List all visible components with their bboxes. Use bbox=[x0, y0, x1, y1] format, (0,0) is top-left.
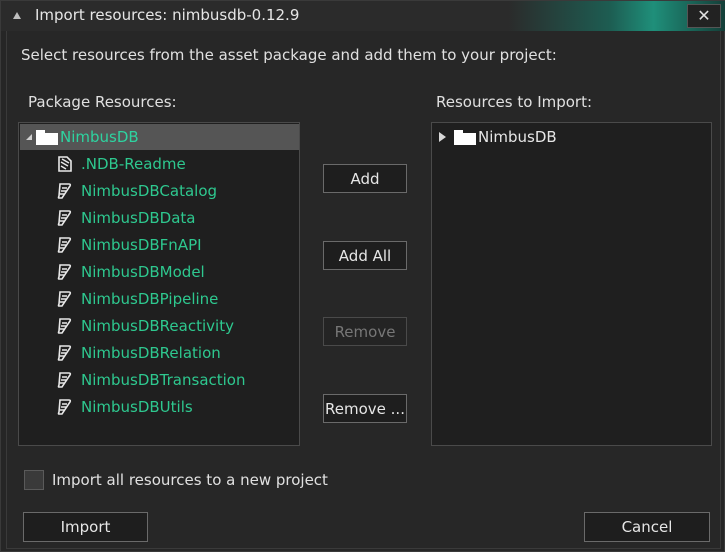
tree-item[interactable]: NimbusDBData bbox=[57, 205, 196, 231]
remove-button[interactable]: Remove bbox=[323, 317, 407, 346]
tree-item[interactable]: NimbusDBCatalog bbox=[57, 178, 217, 204]
script-icon bbox=[57, 318, 72, 334]
tree-root-label: NimbusDB bbox=[60, 128, 139, 146]
expand-right-icon[interactable] bbox=[439, 132, 446, 142]
tree-item-label: NimbusDBRelation bbox=[81, 344, 221, 362]
tree-item[interactable]: NimbusDBModel bbox=[57, 259, 205, 285]
tree-item[interactable]: NimbusDBUtils bbox=[57, 394, 193, 420]
window-title: Import resources: nimbusdb-0.12.9 bbox=[35, 6, 300, 24]
tree-item[interactable]: NimbusDBReactivity bbox=[57, 313, 234, 339]
tree-item[interactable]: NimbusDBPipeline bbox=[57, 286, 218, 312]
script-icon bbox=[57, 237, 72, 253]
script-icon bbox=[57, 345, 72, 361]
remove-more-button[interactable]: Remove ... bbox=[323, 394, 407, 423]
package-resources-tree[interactable]: NimbusDB .NDB-Readme NimbusDBCatalog Nim… bbox=[18, 122, 300, 446]
tree-item-label: NimbusDBCatalog bbox=[81, 182, 218, 200]
tree-item-label: NimbusDBReactivity bbox=[81, 317, 234, 335]
tree-item[interactable]: .NDB-Readme bbox=[57, 151, 186, 177]
tree-item[interactable]: NimbusDBTransaction bbox=[57, 367, 246, 393]
instruction-text: Select resources from the asset package … bbox=[21, 46, 557, 64]
tree-item-label: NimbusDBPipeline bbox=[81, 290, 219, 308]
tree-item-label: NimbusDBUtils bbox=[81, 398, 193, 416]
tree-item-label: NimbusDBTransaction bbox=[81, 371, 246, 389]
note-icon bbox=[58, 156, 72, 172]
import-button[interactable]: Import bbox=[23, 512, 148, 542]
expand-down-icon[interactable] bbox=[26, 134, 32, 140]
import-tree-root-label: NimbusDB bbox=[478, 128, 557, 146]
tree-item-label: NimbusDBFnAPI bbox=[81, 236, 202, 254]
tree-root-nimbusdb[interactable]: NimbusDB bbox=[20, 124, 299, 150]
package-resources-label: Package Resources: bbox=[28, 93, 177, 111]
script-icon bbox=[57, 210, 72, 226]
folder-icon bbox=[36, 129, 58, 145]
script-icon bbox=[57, 399, 72, 415]
window-menu-icon[interactable] bbox=[13, 12, 21, 19]
add-button[interactable]: Add bbox=[323, 164, 407, 193]
script-icon bbox=[57, 264, 72, 280]
tree-item[interactable]: NimbusDBFnAPI bbox=[57, 232, 202, 258]
tree-item-label: NimbusDBData bbox=[81, 209, 196, 227]
cancel-button[interactable]: Cancel bbox=[584, 512, 710, 542]
tree-item-label: .NDB-Readme bbox=[81, 155, 186, 173]
resources-to-import-label: Resources to Import: bbox=[436, 93, 593, 111]
import-tree-root-nimbusdb[interactable]: NimbusDB bbox=[433, 124, 557, 150]
import-new-project-label[interactable]: Import all resources to a new project bbox=[52, 471, 328, 489]
folder-icon bbox=[454, 129, 476, 145]
title-bar[interactable]: Import resources: nimbusdb-0.12.9 ✕ bbox=[1, 1, 725, 31]
script-icon bbox=[57, 183, 72, 199]
add-all-button[interactable]: Add All bbox=[323, 241, 407, 270]
import-new-project-checkbox[interactable] bbox=[24, 470, 44, 490]
close-button[interactable]: ✕ bbox=[687, 4, 721, 28]
import-dialog: Import resources: nimbusdb-0.12.9 ✕ Sele… bbox=[0, 0, 725, 552]
script-icon bbox=[57, 372, 72, 388]
resources-to-import-tree[interactable]: NimbusDB bbox=[431, 122, 712, 446]
tree-item-label: NimbusDBModel bbox=[81, 263, 205, 281]
tree-item[interactable]: NimbusDBRelation bbox=[57, 340, 221, 366]
script-icon bbox=[57, 291, 72, 307]
